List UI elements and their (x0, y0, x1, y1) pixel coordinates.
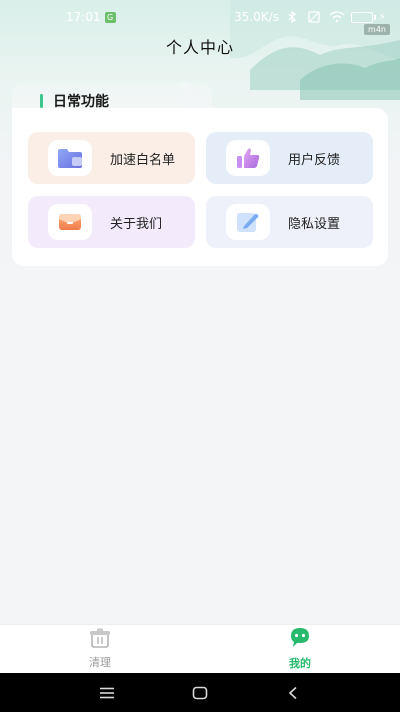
envelope-icon (48, 204, 92, 240)
whitelist-label: 加速白名单 (110, 152, 176, 168)
bluetooth-icon (285, 10, 301, 24)
page-title: 个人中心 (165, 38, 234, 57)
trash-icon (88, 628, 112, 652)
feedback-button[interactable]: 用户反馈 (206, 132, 373, 184)
privacy-settings-button[interactable]: 隐私设置 (206, 196, 373, 248)
thumbs-up-icon (226, 140, 270, 176)
sim-icon (307, 11, 323, 23)
status-bar: 17:01 G 35.0K/s ⚡ (0, 0, 400, 34)
battery-icon (350, 11, 376, 23)
section-header: 日常功能 (40, 91, 109, 111)
whitelist-button[interactable]: 加速白名单 (28, 132, 195, 184)
chat-face-icon (288, 627, 312, 653)
menu-icon (99, 687, 114, 698)
home-button[interactable] (180, 678, 220, 708)
section-accent-bar (40, 94, 43, 108)
notification-icon: G (104, 11, 116, 23)
about-us-button[interactable]: 关于我们 (28, 196, 195, 248)
home-icon (192, 686, 208, 699)
feedback-label: 用户反馈 (288, 152, 341, 168)
tab-mine[interactable]: 我的 (200, 625, 400, 673)
charging-icon: ⚡ (378, 11, 386, 23)
back-icon (289, 686, 297, 699)
folder-icon (48, 140, 92, 176)
daily-functions-card: 日常功能 加速白名单 用户反馈 关于我们 隐私设置 (12, 82, 388, 266)
wifi-icon (329, 11, 345, 23)
network-speed: 35.0K/s (234, 10, 279, 24)
bottom-tab-bar: 清理 我的 (0, 624, 400, 673)
tab-clean-label: 清理 (89, 656, 111, 669)
edit-icon (226, 204, 270, 240)
system-navigation-bar (0, 673, 400, 712)
about-us-label: 关于我们 (110, 216, 163, 232)
menu-button[interactable] (87, 678, 127, 708)
tab-clean[interactable]: 清理 (0, 625, 200, 673)
tab-mine-label: 我的 (289, 657, 311, 670)
section-title: 日常功能 (53, 94, 109, 110)
status-time: 17:01 (66, 10, 101, 24)
privacy-settings-label: 隐私设置 (288, 216, 341, 232)
back-button[interactable] (273, 678, 313, 708)
